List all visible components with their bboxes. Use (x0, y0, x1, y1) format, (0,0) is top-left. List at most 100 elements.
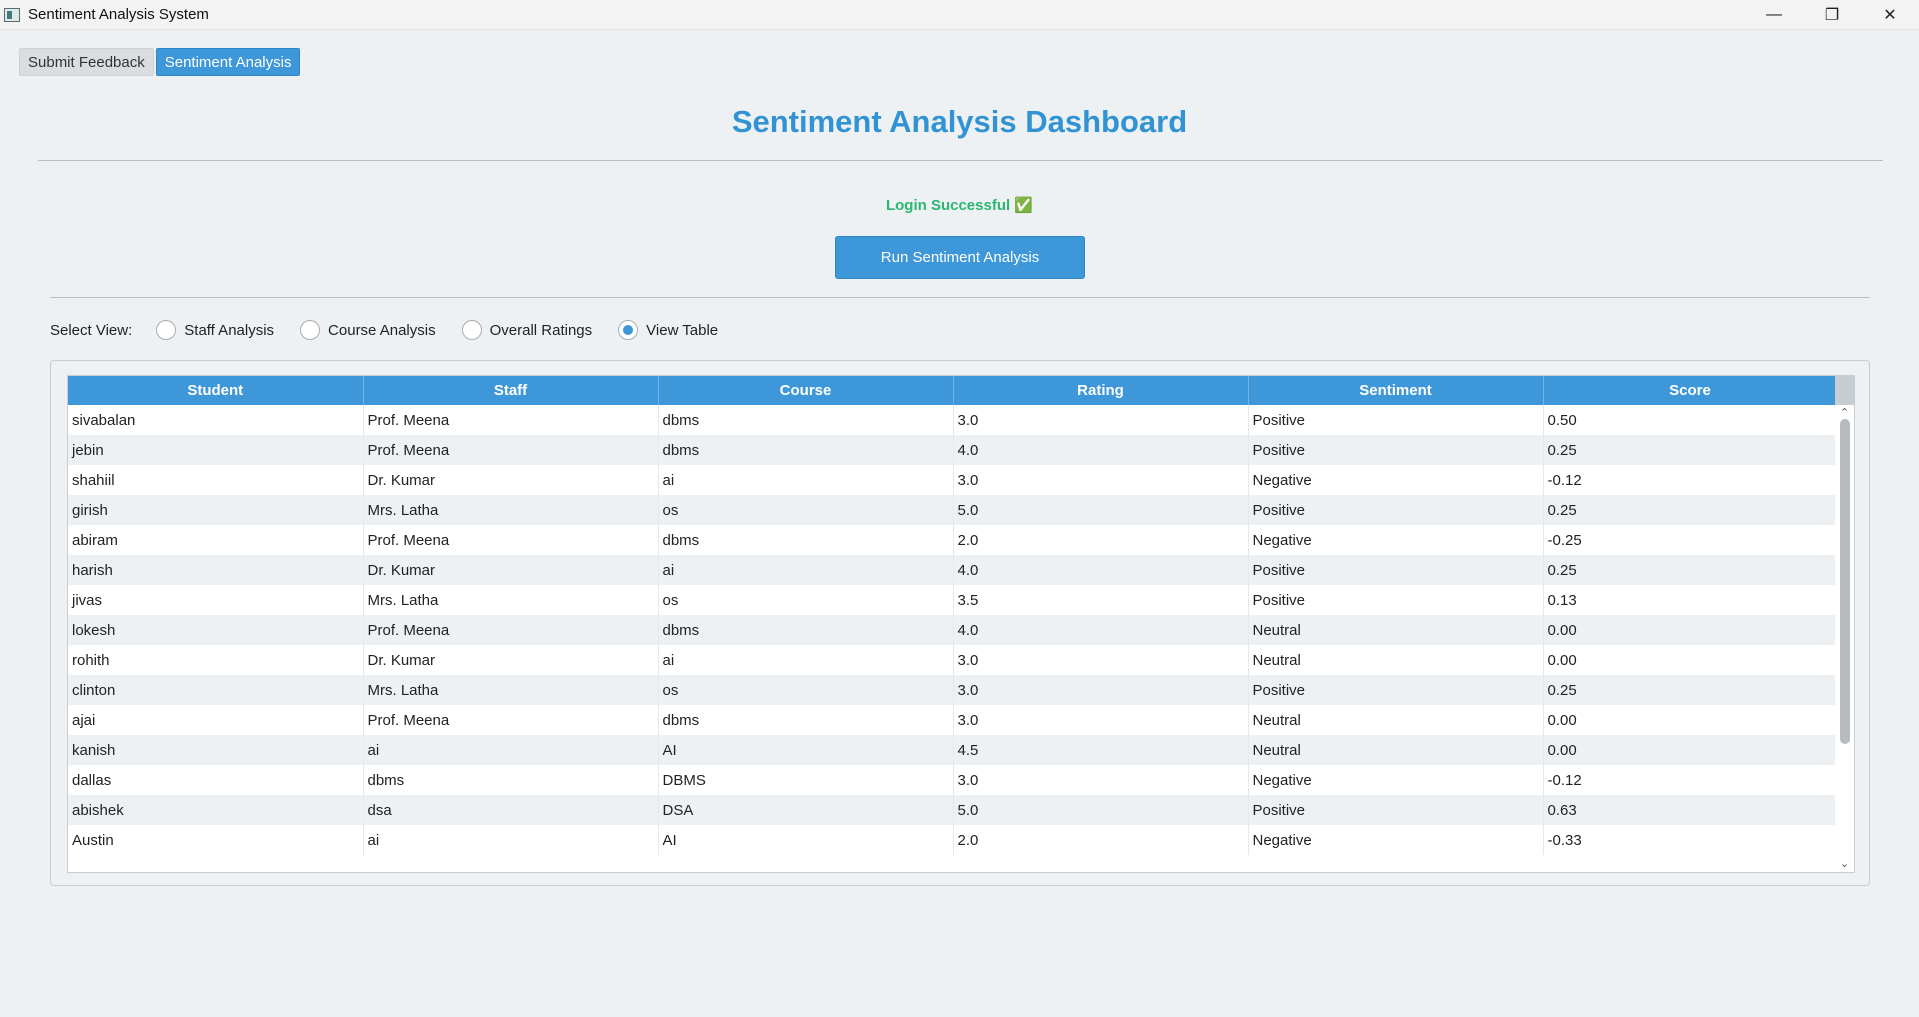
table-header-corner (1835, 376, 1854, 405)
table-cell: Neutral (1248, 705, 1544, 735)
table-row[interactable]: abiram Prof. Meena dbms 2.0 Negative -0.25 (68, 525, 1838, 555)
table-cell: Negative (1248, 825, 1544, 855)
radio-label: View Table (646, 321, 719, 339)
window-controls: — ❐ ✕ (1745, 0, 1919, 29)
table-cell: dsa (363, 795, 659, 825)
table-cell: Positive (1248, 675, 1544, 705)
table-cell: 0.25 (1543, 495, 1838, 525)
table-cell: Dr. Kumar (363, 465, 659, 495)
table-row[interactable]: dallas dbms DBMS 3.0 Negative -0.12 (68, 765, 1838, 795)
column-header-student[interactable]: Student (68, 376, 364, 405)
table-cell: Prof. Meena (363, 705, 659, 735)
table-cell: 0.00 (1543, 615, 1838, 645)
table-cell: 2.0 (953, 825, 1249, 855)
table-cell: Negative (1248, 525, 1544, 555)
column-header-rating[interactable]: Rating (953, 376, 1249, 405)
table-cell: 0.00 (1543, 645, 1838, 675)
run-sentiment-analysis-button[interactable]: Run Sentiment Analysis (835, 236, 1085, 279)
table-cell: Positive (1248, 555, 1544, 585)
table-cell: kanish (68, 735, 364, 765)
table-row[interactable]: lokesh Prof. Meena dbms 4.0 Neutral 0.00 (68, 615, 1838, 645)
radio-button[interactable] (300, 320, 321, 340)
window-title: Sentiment Analysis System (28, 6, 209, 23)
table-cell: jivas (68, 585, 364, 615)
table-row[interactable]: jebin Prof. Meena dbms 4.0 Positive 0.25 (68, 435, 1838, 465)
table-cell: 4.0 (953, 555, 1249, 585)
table-row[interactable]: girish Mrs. Latha os 5.0 Positive 0.25 (68, 495, 1838, 525)
tab-sentiment-analysis[interactable]: Sentiment Analysis (155, 48, 301, 76)
table-cell: abiram (68, 525, 364, 555)
table-cell: 3.0 (953, 765, 1249, 795)
column-header-staff[interactable]: Staff (363, 376, 659, 405)
table-cell: ajai (68, 705, 364, 735)
radio-button[interactable] (156, 320, 177, 340)
table-row[interactable]: sivabalan Prof. Meena dbms 3.0 Positive 0.50 (68, 405, 1838, 435)
table-cell: Dr. Kumar (363, 645, 659, 675)
table-cell: shahiil (68, 465, 364, 495)
table-cell: Positive (1248, 585, 1544, 615)
table-cell: 0.63 (1543, 795, 1838, 825)
table-row[interactable]: harish Dr. Kumar ai 4.0 Positive 0.25 (68, 555, 1838, 585)
scroll-down-icon[interactable]: ⌄ (1839, 859, 1850, 870)
tab-bar: Submit Feedback Sentiment Analysis (19, 48, 301, 76)
table-row[interactable]: abishek dsa DSA 5.0 Positive 0.63 (68, 795, 1838, 825)
table-cell: 5.0 (953, 795, 1249, 825)
scrollbar-thumb[interactable] (1840, 419, 1850, 744)
table-cell: Prof. Meena (363, 405, 659, 435)
table-cell: -0.25 (1543, 525, 1838, 555)
table-row[interactable]: Austin ai AI 2.0 Negative -0.33 (68, 825, 1838, 855)
radio-view-table[interactable]: View Table (618, 320, 718, 340)
table-cell: 0.25 (1543, 435, 1838, 465)
table-cell: Dr. Kumar (363, 555, 659, 585)
table-cell: 0.00 (1543, 705, 1838, 735)
table-cell: ai (363, 825, 659, 855)
radio-overall-ratings[interactable]: Overall Ratings (461, 320, 592, 340)
table-cell: DSA (658, 795, 954, 825)
table-cell: -0.12 (1543, 465, 1838, 495)
column-header-course[interactable]: Course (658, 376, 954, 405)
table-row[interactable]: ajai Prof. Meena dbms 3.0 Neutral 0.00 (68, 705, 1838, 735)
table-header-row: Student Staff Course Rating Sentiment Sc… (68, 376, 1838, 405)
feedback-table[interactable]: Student Staff Course Rating Sentiment Sc… (67, 375, 1855, 873)
table-cell: 3.0 (953, 675, 1249, 705)
table-cell: os (658, 585, 954, 615)
table-row[interactable]: jivas Mrs. Latha os 3.5 Positive 0.13 (68, 585, 1838, 615)
table-cell: 3.0 (953, 405, 1249, 435)
table-panel: Student Staff Course Rating Sentiment Sc… (50, 360, 1870, 886)
table-cell: 0.25 (1543, 675, 1838, 705)
table-cell: Positive (1248, 495, 1544, 525)
radio-button-selected[interactable] (618, 320, 639, 340)
table-cell: -0.33 (1543, 825, 1838, 855)
table-cell: Mrs. Latha (363, 675, 659, 705)
close-icon[interactable]: ✕ (1861, 0, 1919, 29)
table-cell: 0.50 (1543, 405, 1838, 435)
vertical-scrollbar[interactable]: ⌃ ⌄ (1835, 405, 1854, 872)
radio-button[interactable] (461, 320, 482, 340)
table-cell: 3.0 (953, 645, 1249, 675)
table-cell: rohith (68, 645, 364, 675)
table-row[interactable]: kanish ai AI 4.5 Neutral 0.00 (68, 735, 1838, 765)
minimize-icon[interactable]: — (1745, 0, 1803, 29)
column-header-score[interactable]: Score (1543, 376, 1838, 405)
table-cell: 0.25 (1543, 555, 1838, 585)
table-cell: 4.0 (953, 615, 1249, 645)
login-status-message: Login Successful ✅ (885, 197, 1034, 214)
table-row[interactable]: rohith Dr. Kumar ai 3.0 Neutral 0.00 (68, 645, 1838, 675)
tab-submit-feedback[interactable]: Submit Feedback (19, 48, 154, 76)
table-row[interactable]: clinton Mrs. Latha os 3.0 Positive 0.25 (68, 675, 1838, 705)
table-cell: 4.5 (953, 735, 1249, 765)
radio-staff-analysis[interactable]: Staff Analysis (156, 320, 274, 340)
scroll-up-icon[interactable]: ⌃ (1839, 408, 1850, 419)
table-row[interactable]: shahiil Dr. Kumar ai 3.0 Negative -0.12 (68, 465, 1838, 495)
view-selector: Select View: Staff Analysis Course Analy… (50, 317, 744, 343)
table-cell: dbms (658, 525, 954, 555)
radio-course-analysis[interactable]: Course Analysis (300, 320, 436, 340)
radio-label: Staff Analysis (184, 321, 275, 339)
table-cell: Neutral (1248, 615, 1544, 645)
divider (38, 160, 1883, 161)
column-header-sentiment[interactable]: Sentiment (1248, 376, 1544, 405)
table-cell: ai (658, 465, 954, 495)
restore-icon[interactable]: ❐ (1803, 0, 1861, 29)
table-cell: dallas (68, 765, 364, 795)
table-cell: Prof. Meena (363, 525, 659, 555)
